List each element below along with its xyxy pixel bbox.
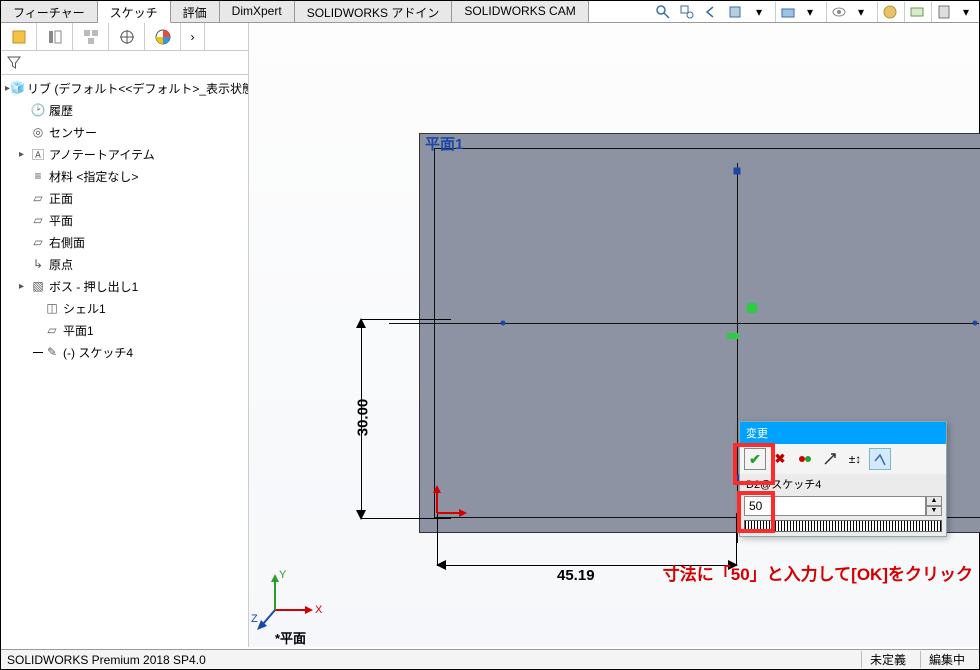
- status-bar: SOLIDWORKS Premium 2018 SP4.0 未定義 編集中: [1, 649, 979, 669]
- dimension-vertical[interactable]: 30.00: [349, 319, 373, 519]
- sketch-line-vertical[interactable]: [737, 163, 738, 543]
- shell-icon: ◫: [43, 301, 61, 315]
- constraint-marker[interactable]: [727, 333, 739, 339]
- zoom-to-fit-icon[interactable]: [652, 2, 674, 22]
- section-view-icon[interactable]: [724, 2, 746, 22]
- tree-shell[interactable]: ◫シェル1: [1, 297, 248, 319]
- dimension-value: 45.19: [557, 567, 595, 584]
- feature-manager-tab[interactable]: [1, 23, 37, 50]
- rebuild-button[interactable]: [794, 448, 816, 470]
- thumbwheel-slider[interactable]: [744, 520, 942, 532]
- product-label: SOLIDWORKS Premium 2018 SP4.0: [7, 653, 206, 667]
- dialog-title: 変更: [740, 422, 946, 444]
- tree-filter-bar[interactable]: [1, 51, 248, 75]
- tab-evaluate[interactable]: 評価: [171, 1, 220, 22]
- previous-view-icon[interactable]: [700, 2, 722, 22]
- plane-label: 平面1: [425, 133, 463, 154]
- hide-show-icon[interactable]: [826, 2, 848, 22]
- property-manager-tab[interactable]: [37, 23, 73, 50]
- dimxpert-manager-tab[interactable]: [109, 23, 145, 50]
- feature-tree: ▸🧊リブ (デフォルト<<デフォルト>_表示状態 1>) 🕑履歴 ◎センサー ▸…: [1, 75, 248, 647]
- sensor-icon: ◎: [29, 125, 47, 139]
- plane-icon: ▱: [29, 235, 47, 249]
- annotation-icon: 🄰: [29, 146, 47, 163]
- heads-up-view-toolbar: ▾ ▾ ▾ ▾: [652, 1, 977, 23]
- tree-plane1[interactable]: ▱平面1: [1, 319, 248, 341]
- origin-icon: ↳: [29, 257, 47, 271]
- tab-dimxpert[interactable]: DimXpert: [220, 1, 295, 22]
- status-editing: 編集中: [920, 651, 973, 668]
- funnel-icon: [7, 56, 21, 70]
- constraint-marker[interactable]: [747, 303, 757, 313]
- view-settings-icon[interactable]: [931, 2, 953, 22]
- tab-sketch[interactable]: スケッチ: [98, 1, 171, 23]
- tree-front-plane[interactable]: ▱正面: [1, 187, 248, 209]
- sketch-origin: [437, 489, 467, 522]
- tree-material[interactable]: ≡材料 <指定なし>: [1, 165, 248, 187]
- axis-z-label: Z: [251, 613, 258, 625]
- configuration-manager-tab[interactable]: [73, 23, 109, 50]
- graphics-viewport[interactable]: 平面1 30.00 45.19: [249, 23, 979, 647]
- part-icon: 🧊: [10, 81, 25, 95]
- sketch-icon: ✎: [43, 345, 61, 359]
- material-icon: ≡: [29, 169, 47, 183]
- tab-features[interactable]: フィーチャー: [1, 1, 98, 22]
- axis-y-label: Y: [279, 569, 287, 581]
- ok-button[interactable]: ✔: [744, 448, 766, 470]
- display-manager-tab[interactable]: [145, 23, 181, 50]
- sketch-point[interactable]: [973, 321, 978, 326]
- mark-dimension-button[interactable]: [869, 448, 891, 470]
- tree-right-plane[interactable]: ▱右側面: [1, 231, 248, 253]
- sketch-line-horizontal[interactable]: [389, 323, 979, 324]
- spinner-up-icon[interactable]: ▲: [926, 496, 942, 506]
- sketch-point[interactable]: [501, 321, 506, 326]
- sketch-endpoint[interactable]: [734, 168, 741, 175]
- display-style-dropdown-icon[interactable]: ▾: [799, 2, 821, 22]
- tree-sketch4[interactable]: —✎(-) スケッチ4: [1, 341, 248, 363]
- dimension-value-input[interactable]: [744, 496, 926, 516]
- annotation-instruction: 寸法に「50」と入力して[OK]をクリック: [663, 560, 973, 585]
- zoom-to-area-icon[interactable]: [676, 2, 698, 22]
- status-underdefined: 未定義: [861, 651, 914, 668]
- spinner-down-icon[interactable]: ▼: [926, 506, 942, 516]
- value-spinner[interactable]: ▲▼: [926, 496, 942, 516]
- apply-scene-icon[interactable]: [904, 2, 926, 22]
- tree-root[interactable]: ▸🧊リブ (デフォルト<<デフォルト>_表示状態 1>): [1, 77, 248, 99]
- dialog-toolbar: ✔ ✖ ±↕: [740, 444, 946, 474]
- plane-icon: ▱: [29, 191, 47, 205]
- spin-increment-button[interactable]: ±↕: [844, 448, 866, 470]
- tree-history[interactable]: 🕑履歴: [1, 99, 248, 121]
- dimension-value: 30.00: [354, 399, 371, 437]
- hide-show-dropdown-icon[interactable]: ▾: [850, 2, 872, 22]
- reference-triad: X Y Z: [261, 570, 321, 633]
- dimension-name-label: D2@スケッチ4: [740, 474, 946, 494]
- axis-x-label: X: [315, 604, 323, 616]
- tree-sensors[interactable]: ◎センサー: [1, 121, 248, 143]
- reverse-button[interactable]: [819, 448, 841, 470]
- plane-icon: ▱: [43, 323, 61, 337]
- tree-boss-extrude[interactable]: ▸▧ボス - 押し出し1: [1, 275, 248, 297]
- plane-icon: ▱: [29, 213, 47, 227]
- viewport-plane-name: *平面: [275, 628, 306, 647]
- cancel-button[interactable]: ✖: [769, 448, 791, 470]
- modify-dimension-dialog: 変更 ✔ ✖ ±↕ D2@スケッチ4 ▲▼: [739, 421, 947, 537]
- history-icon: 🕑: [29, 103, 47, 117]
- tab-addins[interactable]: SOLIDWORKS アドイン: [295, 1, 453, 22]
- manager-tabs: ›: [1, 23, 248, 51]
- edit-appearance-icon[interactable]: [877, 2, 899, 22]
- more-manager-tabs[interactable]: ›: [181, 23, 205, 50]
- tab-cam[interactable]: SOLIDWORKS CAM: [452, 1, 588, 22]
- view-settings-dropdown-icon[interactable]: ▾: [955, 2, 977, 22]
- tree-origin[interactable]: ↳原点: [1, 253, 248, 275]
- view-orientation-icon[interactable]: ▾: [748, 2, 770, 22]
- tree-top-plane[interactable]: ▱平面: [1, 209, 248, 231]
- feature-manager-panel: › ▸🧊リブ (デフォルト<<デフォルト>_表示状態 1>) 🕑履歴 ◎センサー…: [1, 23, 249, 647]
- extrude-icon: ▧: [29, 279, 47, 293]
- display-style-icon[interactable]: [775, 2, 797, 22]
- tree-annotations[interactable]: ▸🄰アノテートアイテム: [1, 143, 248, 165]
